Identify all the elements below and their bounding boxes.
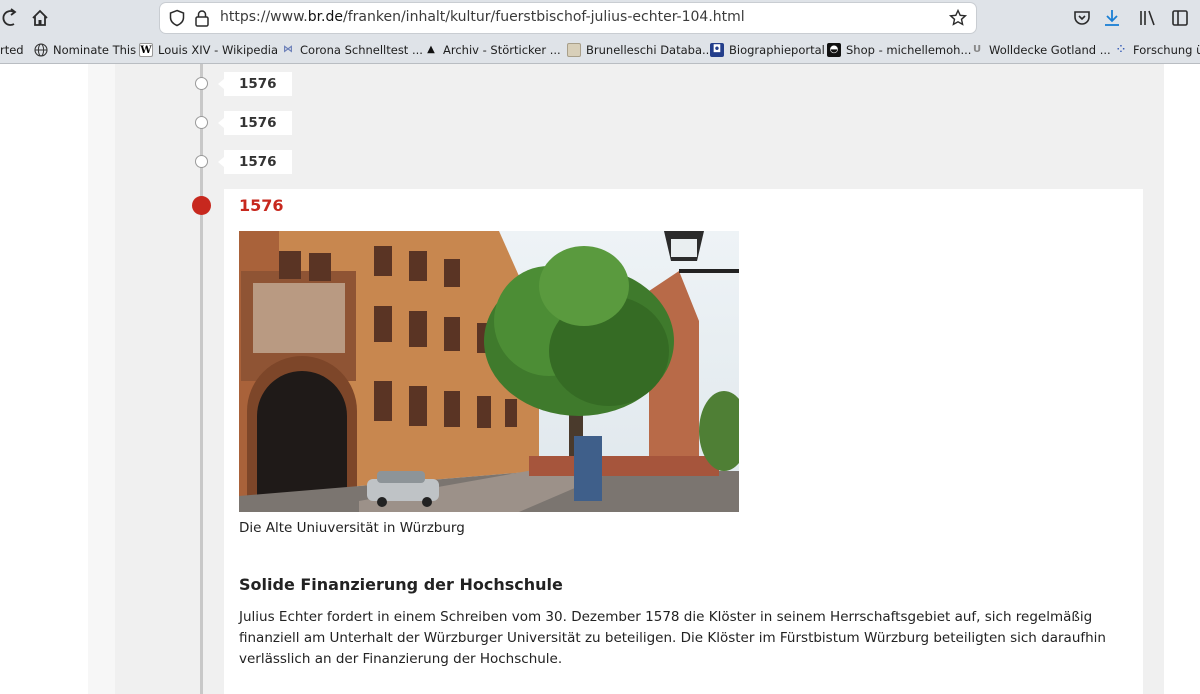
bookmarks-toolbar: rted Nominate This W Louis XIV - Wikipedi… bbox=[0, 36, 1200, 64]
bookmark-label: Corona Schnelltest ... bbox=[300, 43, 423, 57]
bookmark-star-icon[interactable] bbox=[948, 8, 968, 28]
bookmark-label: Archiv - Störticker ... bbox=[443, 43, 561, 57]
dots-icon: ⁘ bbox=[1116, 44, 1126, 55]
timeline-item-label[interactable]: 1576 bbox=[218, 72, 292, 96]
timeline-card-year: 1576 bbox=[239, 196, 284, 215]
content-margin bbox=[88, 64, 115, 694]
photo-caption: Die Alte Uniuversität in Würzburg bbox=[239, 520, 465, 536]
url-text[interactable]: https://www.br.de/franken/inhalt/kultur/… bbox=[220, 9, 745, 25]
shop-icon: ◓ bbox=[827, 43, 841, 57]
reload-icon[interactable] bbox=[0, 6, 24, 30]
timeline-card: 1576 Die Alte Uniuversität in Würzburg S… bbox=[224, 189, 1143, 694]
bookmark-label: Louis XIV - Wikipedia bbox=[158, 43, 279, 57]
browser-toolbar: https://www.br.de/franken/inhalt/kultur/… bbox=[0, 0, 1200, 36]
url-prefix: https://www. bbox=[220, 9, 308, 25]
bookmark-label: rted bbox=[0, 43, 24, 57]
bookmark-label: Brunelleschi Databa... bbox=[586, 43, 713, 57]
bird-icon: ⋈ bbox=[283, 44, 293, 55]
bookmark-item[interactable]: ◓ Shop - michellemoh... bbox=[827, 41, 971, 59]
timeline-dot[interactable] bbox=[195, 155, 208, 168]
bookmark-item[interactable]: ◘ Biographieportal bbox=[710, 41, 825, 59]
bookmark-label: Shop - michellemoh... bbox=[846, 43, 972, 57]
section-heading: Solide Finanzierung der Hochschule bbox=[239, 575, 563, 594]
url-path: /franken/inhalt/kultur/fuerstbischof-jul… bbox=[343, 9, 745, 25]
globe-icon bbox=[34, 43, 48, 57]
bookmark-label: Forschung üb bbox=[1133, 43, 1200, 57]
portal-icon: ◘ bbox=[710, 43, 724, 57]
shield-icon[interactable] bbox=[168, 9, 186, 27]
timeline-dot[interactable] bbox=[195, 77, 208, 90]
library-icon[interactable] bbox=[1136, 6, 1160, 30]
bookmark-label: Nominate This bbox=[53, 43, 137, 57]
university-photo bbox=[239, 231, 739, 512]
toolbar-right-icons bbox=[1070, 6, 1200, 30]
lock-icon[interactable] bbox=[194, 9, 210, 27]
pocket-icon[interactable] bbox=[1070, 6, 1094, 30]
bookmark-item[interactable]: ⁘ Forschung üb bbox=[1114, 41, 1200, 59]
wikipedia-icon: W bbox=[139, 43, 153, 57]
bookmark-item[interactable]: W Louis XIV - Wikipedia bbox=[139, 41, 278, 59]
section-body: Julius Echter fordert in einem Schreiben… bbox=[239, 609, 1106, 667]
bookmark-item[interactable]: Nominate This bbox=[34, 41, 136, 59]
bookmark-item[interactable]: Brunelleschi Databa... bbox=[567, 41, 713, 59]
bookmark-item[interactable]: ▲ Archiv - Störticker ... bbox=[424, 41, 561, 59]
url-domain: br.de bbox=[307, 9, 344, 25]
reader-view-icon[interactable] bbox=[1168, 6, 1192, 30]
timeline-item-label[interactable]: 1576 bbox=[218, 150, 292, 174]
bookmark-item[interactable]: rted bbox=[0, 41, 24, 59]
bookmark-label: Biographieportal bbox=[729, 43, 825, 57]
url-bar[interactable]: https://www.br.de/franken/inhalt/kultur/… bbox=[160, 3, 976, 33]
timeline-dot-active[interactable] bbox=[192, 196, 211, 215]
home-icon[interactable] bbox=[28, 6, 52, 30]
warning-icon: ▲ bbox=[427, 44, 435, 55]
web-page: 1576 1576 1576 1576 Die Alte Uniuversitä… bbox=[0, 64, 1200, 694]
timeline-dot[interactable] bbox=[195, 116, 208, 129]
bookmark-item[interactable]: ⋈ Corona Schnelltest ... bbox=[281, 41, 423, 59]
u-icon: U bbox=[972, 44, 982, 55]
dome-icon bbox=[567, 43, 581, 57]
timeline-item-label[interactable]: 1576 bbox=[218, 111, 292, 135]
download-icon[interactable] bbox=[1100, 6, 1124, 30]
bookmark-label: Wolldecke Gotland ... bbox=[989, 43, 1111, 57]
bookmark-item[interactable]: U Wolldecke Gotland ... bbox=[970, 41, 1111, 59]
